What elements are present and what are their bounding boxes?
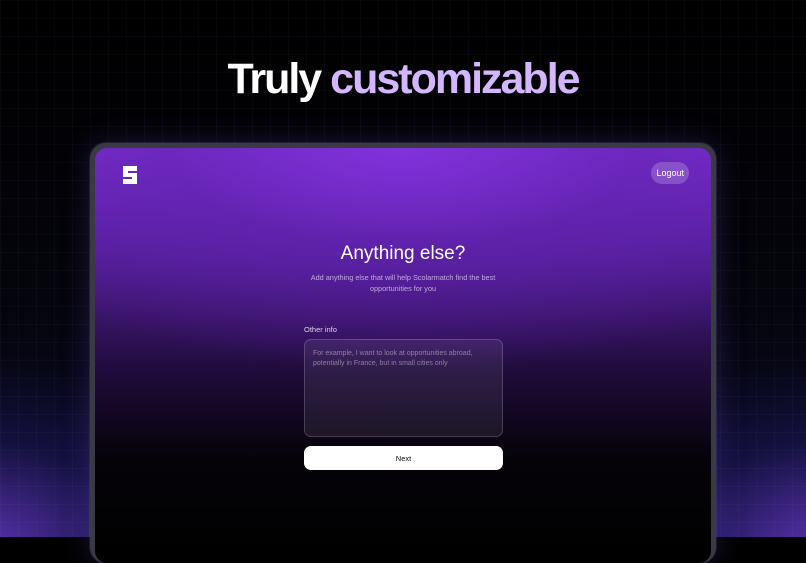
hero-headline: Truly customizable [0,54,806,104]
headline-word-1: Truly [227,55,322,103]
page-subtitle: Add anything else that will help Scolarm… [310,273,496,293]
page-title: Anything else? [340,243,466,264]
logout-button[interactable]: Logout [651,162,689,184]
next-button[interactable]: Next [304,446,503,470]
device-frame: Logout Anything else? Add anything else … [90,143,716,563]
app-screen: Logout Anything else? Add anything else … [95,148,711,563]
other-info-label: Other info [304,325,337,334]
scolarmatch-logo-icon[interactable] [119,164,141,186]
other-info-textarea[interactable] [304,339,503,437]
headline-word-2: customizable [330,55,580,103]
